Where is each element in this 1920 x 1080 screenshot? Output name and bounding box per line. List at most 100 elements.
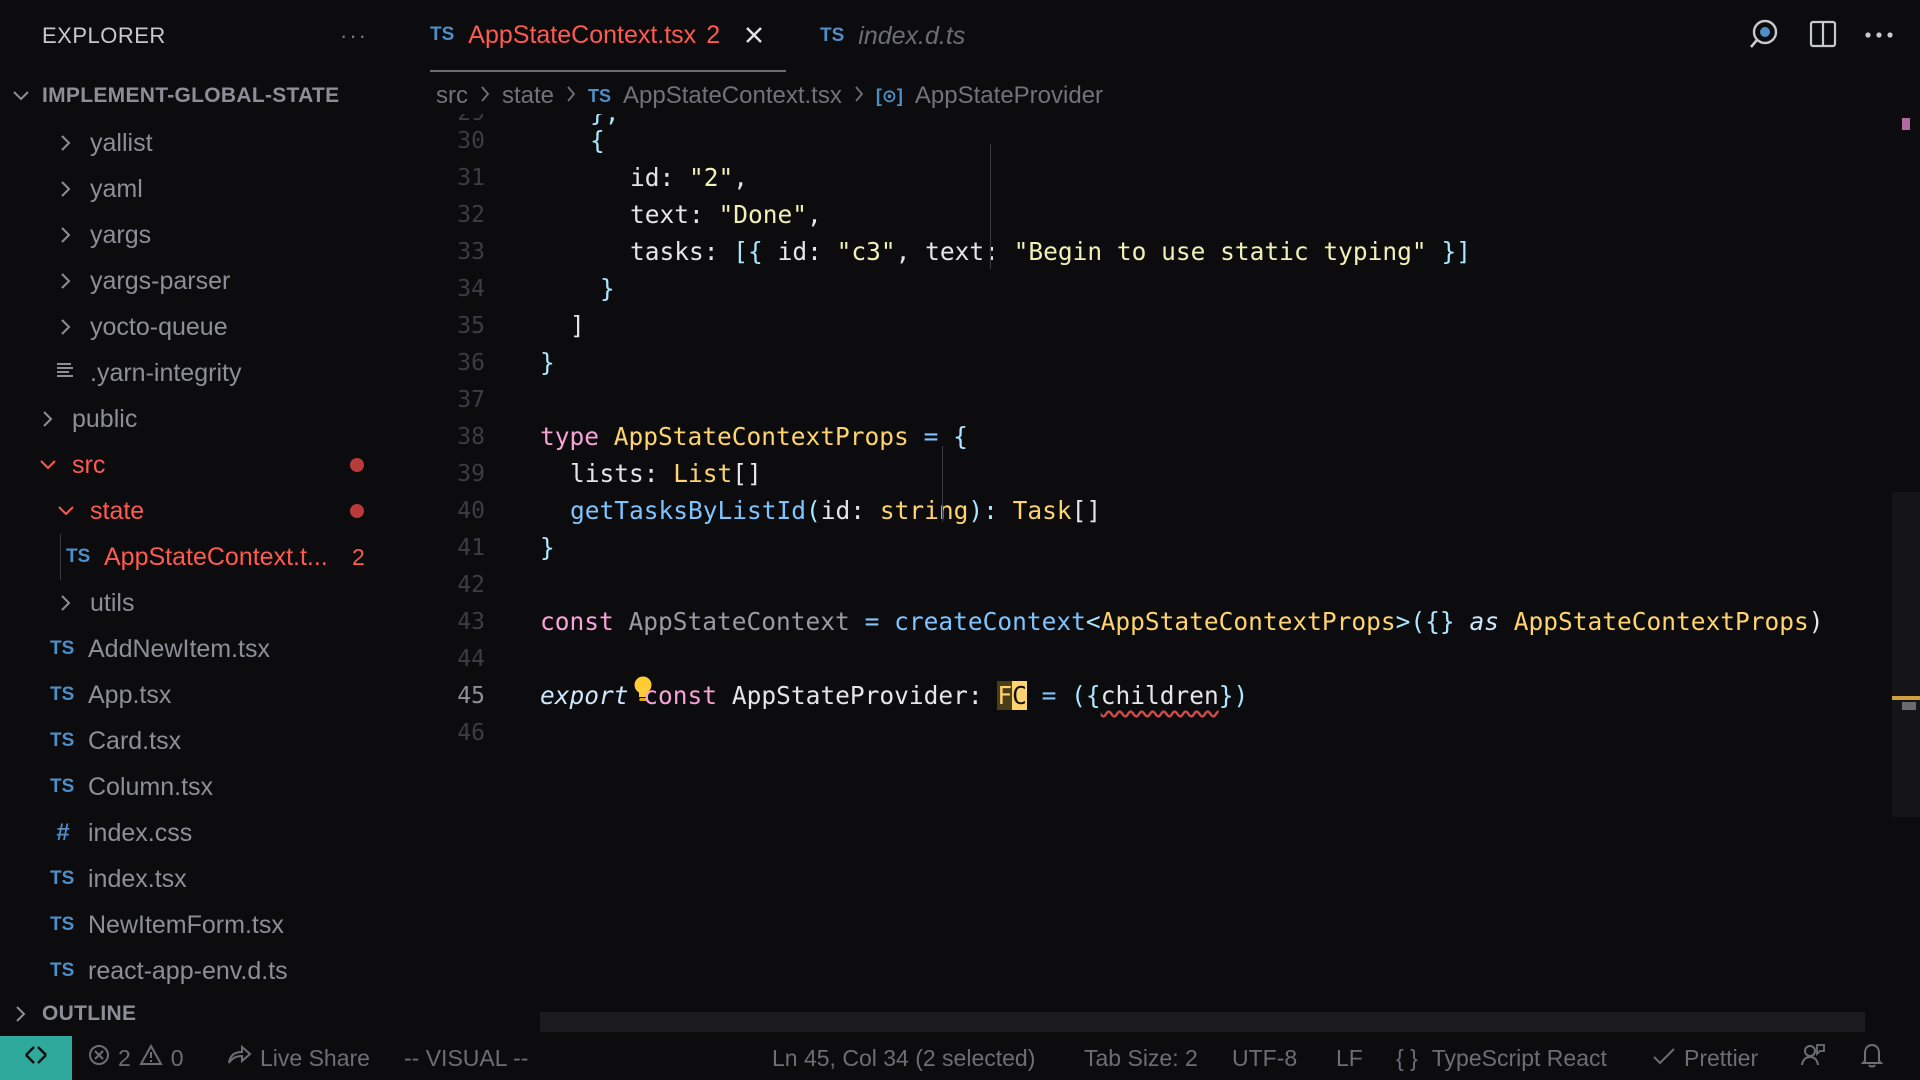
text-cursor: C xyxy=(1012,681,1027,710)
cursor-position[interactable]: Ln 45, Col 34 (2 selected) xyxy=(772,1036,1035,1080)
tree-item-yargs-parser[interactable]: yargs-parser xyxy=(0,258,400,304)
tree-item-addnewitem[interactable]: TS AddNewItem.tsx xyxy=(0,626,400,672)
chevron-right-icon xyxy=(56,226,76,244)
tree-item-yargs[interactable]: yargs xyxy=(0,212,400,258)
tree-item-newitemform[interactable]: TS NewItemForm.tsx xyxy=(0,902,400,948)
line-number: 40 xyxy=(457,497,485,524)
chevron-right-icon xyxy=(38,410,58,428)
tree-item-app[interactable]: TS App.tsx xyxy=(0,672,400,718)
code-line-31: 31 id: "2", xyxy=(400,159,1920,196)
tree-item-yocto-queue[interactable]: yocto-queue xyxy=(0,304,400,350)
tree-item-react-app-env[interactable]: TS react-app-env.d.ts xyxy=(0,948,400,994)
line-number: 37 xyxy=(457,386,485,413)
vertical-scrollbar[interactable] xyxy=(1892,492,1920,817)
tree-item-yaml[interactable]: yaml xyxy=(0,166,400,212)
encoding[interactable]: UTF-8 xyxy=(1232,1036,1297,1080)
tree-item-index-tsx[interactable]: TS index.tsx xyxy=(0,856,400,902)
tab-error-badge: 2 xyxy=(706,20,721,49)
tab-size-label: Tab Size: 2 xyxy=(1084,1044,1198,1071)
line-number: 43 xyxy=(457,608,485,635)
tree-item-yarn-integrity[interactable]: .yarn-integrity xyxy=(0,350,400,396)
token: = xyxy=(864,607,880,636)
chevron-right-icon xyxy=(56,594,76,612)
search-icon[interactable] xyxy=(1748,17,1782,56)
tree-item-src[interactable]: src xyxy=(0,442,400,488)
tab-size[interactable]: Tab Size: 2 xyxy=(1084,1036,1198,1080)
code-text: type AppStateContextProps = { xyxy=(540,422,968,451)
tree-item-label: utils xyxy=(90,588,135,617)
token: const xyxy=(540,607,614,636)
problems-indicator[interactable]: 2 0 xyxy=(88,1036,184,1080)
more-actions-icon[interactable] xyxy=(1864,27,1894,45)
tree-item-state[interactable]: state xyxy=(0,488,400,534)
chevron-right-icon xyxy=(854,82,864,110)
tree-item-yallist[interactable]: yallist xyxy=(0,120,400,166)
typescript-file-icon: TS xyxy=(588,85,612,106)
more-actions-icon[interactable]: ··· xyxy=(340,23,368,49)
code-line-45: 45 export const AppStateProvider: FC = (… xyxy=(400,677,1920,714)
horizontal-scrollbar[interactable] xyxy=(540,1012,1865,1032)
code-editor[interactable]: 29 }, 30 { 31 id: "2", 32 text: "Done", … xyxy=(400,114,1920,1010)
end-of-line[interactable]: LF xyxy=(1336,1036,1363,1080)
vim-mode: -- VISUAL -- xyxy=(404,1036,528,1080)
tree-item-utils[interactable]: utils xyxy=(0,580,400,626)
feedback-button[interactable] xyxy=(1800,1036,1826,1080)
token: id: xyxy=(820,496,866,525)
code-text: lists: List[] xyxy=(570,459,762,488)
token: , xyxy=(807,200,822,229)
code-text: } xyxy=(600,274,615,303)
prettier-button[interactable]: Prettier xyxy=(1652,1036,1758,1080)
tab-index-d-ts[interactable]: TS index.d.ts xyxy=(820,0,965,72)
line-number: 36 xyxy=(457,349,485,376)
breadcrumb-symbol[interactable]: AppStateProvider xyxy=(915,82,1103,110)
outline-title: OUTLINE xyxy=(42,1002,137,1025)
code-line-37: 37 xyxy=(400,381,1920,418)
token: >( xyxy=(1395,607,1426,636)
language-mode[interactable]: { } TypeScript React xyxy=(1396,1036,1607,1080)
live-share-button[interactable]: Live Share xyxy=(226,1036,370,1080)
tree-item-column[interactable]: TS Column.tsx xyxy=(0,764,400,810)
tree-item-card[interactable]: TS Card.tsx xyxy=(0,718,400,764)
tree-item-label: index.tsx xyxy=(88,864,187,893)
minimap-marker xyxy=(1902,702,1916,710)
split-editor-icon[interactable] xyxy=(1808,19,1838,54)
token: , xyxy=(895,237,911,266)
token: AppStateContextProps xyxy=(613,422,909,451)
remote-icon xyxy=(23,1042,49,1074)
token: text: xyxy=(925,237,999,266)
tab-label: index.d.ts xyxy=(858,21,966,50)
notifications-button[interactable] xyxy=(1860,1036,1884,1080)
project-section-header[interactable]: IMPLEMENT-GLOBAL-STATE xyxy=(0,76,400,116)
code-text: tasks: [{ id: "c3", text: "Begin to use … xyxy=(630,237,1471,266)
token: tasks: xyxy=(630,237,719,266)
token: "2" xyxy=(689,163,734,192)
token: ): xyxy=(968,496,998,525)
error-squiggle: children xyxy=(1100,681,1219,710)
editor-actions xyxy=(1748,0,1920,72)
tree-item-index-css[interactable]: # index.css xyxy=(0,810,400,856)
line-number: 45 xyxy=(457,682,485,709)
indent-guide xyxy=(990,144,991,269)
code-text: } xyxy=(540,533,555,562)
status-bar: 2 0 Live Share -- VISUAL -- Ln 45, Col 3… xyxy=(0,1036,1920,1080)
breadcrumb-src[interactable]: src xyxy=(436,82,468,110)
error-dot-icon xyxy=(350,504,364,518)
breadcrumb-file[interactable]: AppStateContext.tsx xyxy=(623,82,842,110)
line-number: 31 xyxy=(457,164,485,191)
remote-indicator[interactable] xyxy=(0,1036,72,1080)
tree-item-label: state xyxy=(90,496,145,525)
token: List xyxy=(673,459,733,488)
token: type xyxy=(540,422,600,451)
close-icon[interactable] xyxy=(744,25,764,45)
typescript-file-icon: TS xyxy=(66,546,91,567)
tab-appstatecontext[interactable]: TS AppStateContext.tsx 2 xyxy=(430,0,787,72)
tree-item-public[interactable]: public xyxy=(0,396,400,442)
outline-section-header[interactable]: OUTLINE xyxy=(0,994,400,1034)
code-line-43: 43 const AppStateContext = createContext… xyxy=(400,603,1920,640)
explorer-header: EXPLORER ··· xyxy=(0,0,400,72)
token: , xyxy=(733,163,749,192)
tree-item-label: AppStateContext.t... xyxy=(104,542,328,571)
breadcrumb-state[interactable]: state xyxy=(502,82,554,110)
tree-item-appstatecontext[interactable]: TS AppStateContext.t... 2 xyxy=(0,534,400,580)
tree-item-label: react-app-env.d.ts xyxy=(88,956,288,985)
